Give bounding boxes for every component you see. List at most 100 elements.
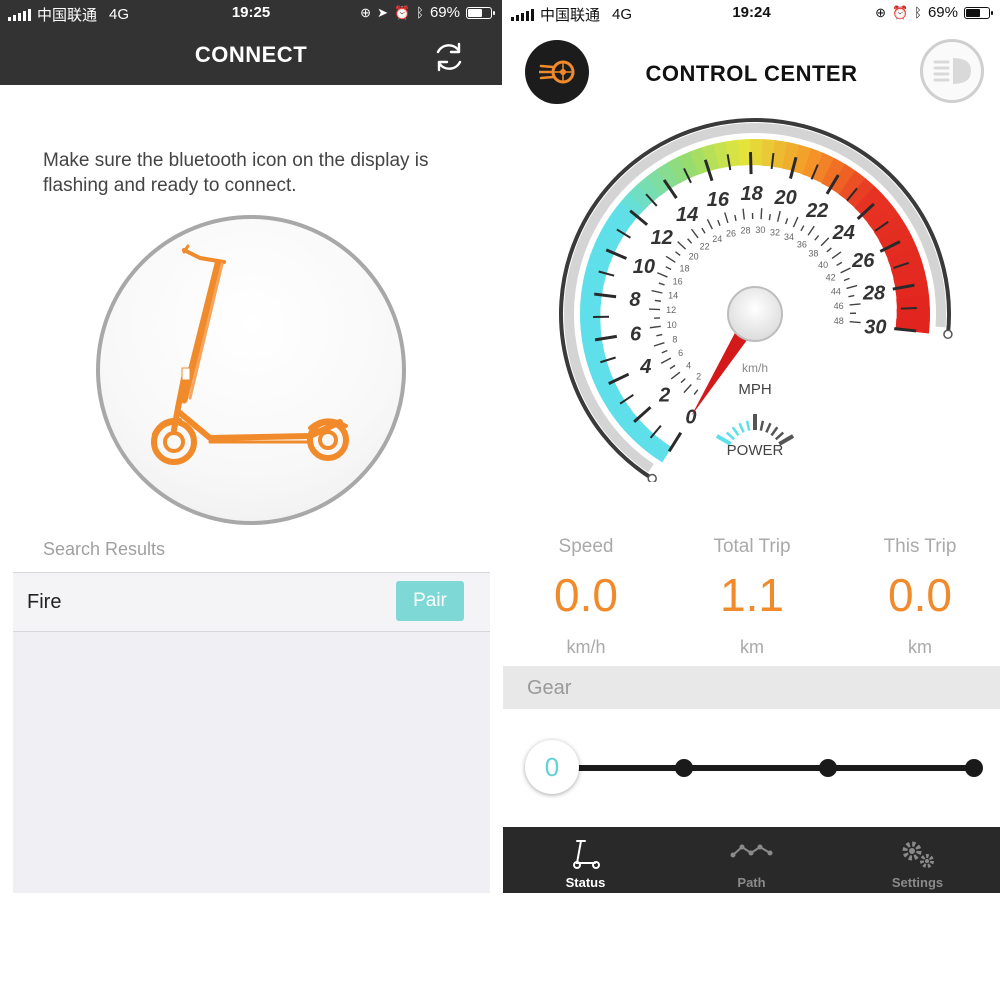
kmh-tick-label: 36 [797,239,807,249]
gauge-band-segment [667,156,690,184]
kmh-tick [680,378,686,384]
kmh-tick-label: 12 [666,305,676,315]
kmh-tick [826,247,832,253]
kmh-tick [669,364,676,370]
kmh-tick [683,384,692,394]
kmh-tick [660,357,672,364]
kmh-tick-label: 40 [818,260,828,270]
battery-fill [966,8,980,17]
gauge-end-cap [943,329,953,340]
stat-unit: km [740,637,764,657]
connect-screen: 中国联通 4G 19:25 ⊕ ➤ ⏰ ᛒ 69% CONNECT Make s… [0,0,502,893]
kmh-tick [843,277,850,282]
kmh-tick [653,341,665,347]
gauge-band-segment [656,161,681,190]
power-tick [765,422,772,433]
kmh-tick [849,320,861,324]
gauge-band-segment [628,183,654,210]
kmh-tick-label: 20 [689,252,699,262]
kmh-tick-label: 8 [672,334,677,344]
gauge-end-cap [647,473,657,482]
gear-slider-knob[interactable]: 0 [525,740,579,794]
kmh-tick-label: 44 [831,286,841,296]
kmh-tick [657,272,668,278]
kmh-tick [814,235,820,241]
gauge-band-segment [650,440,672,463]
gauge-band-segment [584,348,607,367]
headlight-button[interactable] [920,39,984,103]
lock-rotation-icon: ⊕ [875,4,886,20]
gear-stop-3[interactable] [965,759,983,777]
status-right: ⊕ ➤ ⏰ ᛒ 69% [360,4,495,21]
gauge-band-segment [580,326,602,342]
gauge-band-segment [811,152,836,184]
pair-button[interactable]: Pair [396,581,464,621]
kmh-tick [760,208,763,220]
gauge-band-segment [646,168,672,196]
gauge-band-segment [873,214,907,242]
kmh-tick [848,294,855,298]
total-trip-stat: Total Trip 1.1 km [669,536,835,658]
kmh-tick-label: 46 [834,301,844,311]
tab-path[interactable]: Path [669,827,834,893]
speedometer-gauge: 0246810121416 18 202224262830 246810121416… [559,118,953,482]
search-results-list: Fire Pair [13,572,490,893]
gears-icon [902,841,934,868]
mph-tick-label: 30 [864,317,886,339]
kmh-tick [656,333,663,337]
mph-tick-label: 22 [805,200,828,222]
gear-section-header: Gear [503,666,1000,709]
gauge-band-segment [589,243,615,264]
gauge-band-segment [608,399,632,421]
gauge-band-segment [620,192,646,218]
mph-tick-label: 4 [639,356,651,378]
kmh-tick [807,225,815,236]
gauge-band-segment [583,266,607,285]
alarm-icon: ⏰ [393,4,411,20]
stat-label: Speed [558,536,614,557]
gear-stop-1[interactable] [675,759,693,777]
gauge-band-segment [637,175,663,202]
refresh-icon[interactable] [432,40,466,74]
stat-value: 1.1 [720,569,784,621]
kmh-tick [831,251,842,259]
gauge-band-segment [641,433,663,456]
tab-status[interactable]: Status [503,827,668,893]
gauge-band-segment [591,369,615,390]
mph-tick [633,406,652,423]
scooter-icon [572,840,600,869]
gear-slider-track[interactable] [551,765,975,771]
control-center-screen: 中国联通 4G 19:24 ⊕ ⏰ ᛒ 69% CONTROL CENTER 0… [503,0,1000,893]
list-item[interactable]: Fire Pair [13,572,490,632]
kmh-unit-label: km/h [742,361,768,375]
battery-icon [466,6,495,19]
kmh-tick-label: 24 [712,234,722,244]
battery-percent: 69% [429,4,460,21]
gauge-band-segment [861,195,893,225]
this-trip-stat: This Trip 0.0 km [837,536,1000,658]
stat-label: This Trip [883,536,957,557]
mph-tick-label: 14 [676,204,698,226]
headlight-icon [933,58,971,84]
kmh-tick [658,282,665,286]
kmh-tick [724,212,729,224]
kmh-tick [717,219,721,226]
kmh-tick [670,371,681,380]
gauge-hub [727,286,783,342]
gauge-band-segment [615,408,639,431]
tab-settings[interactable]: Settings [835,827,1000,893]
kmh-tick [742,208,746,220]
gear-label: Gear [527,677,572,699]
gauge-band-segment [846,178,876,209]
status-bar: 中国联通 4G 19:24 ⊕ ⏰ ᛒ 69% [503,0,1000,28]
gear-stop-2[interactable] [819,759,837,777]
connect-header: 中国联通 4G 19:25 ⊕ ➤ ⏰ ᛒ 69% CONNECT [0,0,502,85]
lock-rotation-icon: ⊕ [360,4,372,20]
mph-tick-label: 12 [651,227,673,249]
kmh-tick-label: 16 [673,276,683,286]
gauge-band-segment [599,221,626,244]
gauge-band-segment [771,140,789,169]
power-tick [731,426,740,437]
battery-icon [964,6,993,19]
kmh-tick [776,210,781,222]
